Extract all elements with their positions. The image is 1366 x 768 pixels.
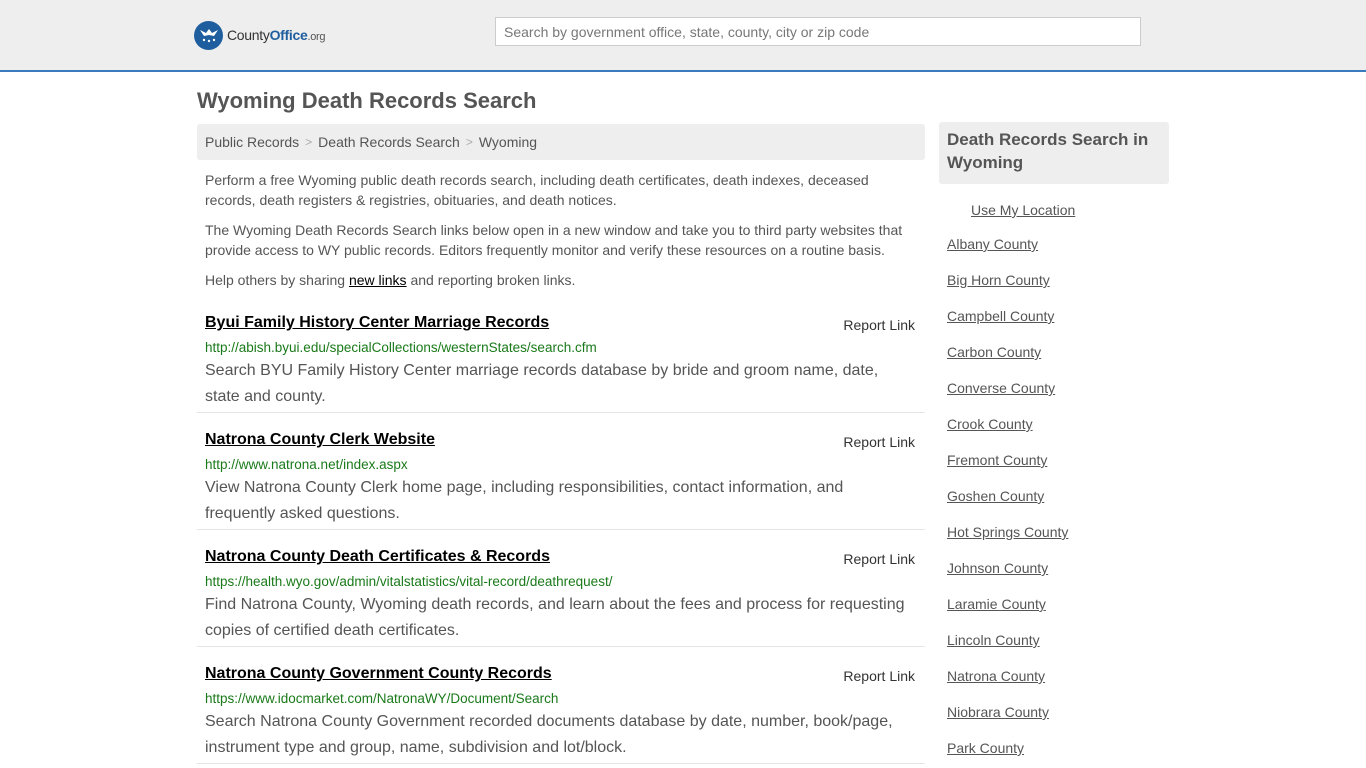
breadcrumb-separator: > xyxy=(465,135,473,149)
county-link-johnson[interactable]: Johnson County xyxy=(947,560,1048,576)
county-list-item: Park County xyxy=(947,740,1169,768)
county-link-hot-springs[interactable]: Hot Springs County xyxy=(947,524,1068,540)
county-link-laramie[interactable]: Laramie County xyxy=(947,596,1046,612)
county-list-item: Lincoln County xyxy=(947,632,1169,668)
county-list-item: Albany County xyxy=(947,236,1169,272)
result-url: http://www.natrona.net/index.aspx xyxy=(205,457,408,472)
result-url: https://health.wyo.gov/admin/vitalstatis… xyxy=(205,574,613,589)
county-link-niobrara[interactable]: Niobrara County xyxy=(947,704,1049,720)
county-list-item: Laramie County xyxy=(947,596,1169,632)
county-list-item: Carbon County xyxy=(947,344,1169,380)
county-link-campbell[interactable]: Campbell County xyxy=(947,308,1054,324)
main-content: Public Records > Death Records Search > … xyxy=(197,124,925,764)
county-list-item: Johnson County xyxy=(947,560,1169,596)
eagle-icon xyxy=(194,20,223,50)
county-list-item: Crook County xyxy=(947,416,1169,452)
result-title-link[interactable]: Natrona County Clerk Website xyxy=(205,431,435,449)
breadcrumb-separator: > xyxy=(305,135,313,149)
result-item: Natrona County Clerk Website Report Link… xyxy=(197,413,925,530)
county-link-big-horn[interactable]: Big Horn County xyxy=(947,272,1050,288)
county-list-item: Hot Springs County xyxy=(947,524,1169,560)
result-url: https://www.idocmarket.com/NatronaWY/Doc… xyxy=(205,691,559,706)
county-link-lincoln[interactable]: Lincoln County xyxy=(947,632,1040,648)
intro-paragraph-2: The Wyoming Death Records Search links b… xyxy=(205,222,903,258)
use-my-location-link[interactable]: Use My Location xyxy=(971,202,1169,218)
county-list-item: Converse County xyxy=(947,380,1169,416)
report-link-button[interactable]: Report Link xyxy=(843,551,915,567)
logo-text: CountyOffice.org xyxy=(227,27,326,43)
result-description: Find Natrona County, Wyoming death recor… xyxy=(205,596,905,639)
county-link-carbon[interactable]: Carbon County xyxy=(947,344,1041,360)
county-link-park[interactable]: Park County xyxy=(947,740,1024,756)
county-link-crook[interactable]: Crook County xyxy=(947,416,1033,432)
breadcrumb-wyoming[interactable]: Wyoming xyxy=(479,134,537,150)
report-link-button[interactable]: Report Link xyxy=(843,434,915,450)
result-title-link[interactable]: Byui Family History Center Marriage Reco… xyxy=(205,314,549,332)
breadcrumb-public-records[interactable]: Public Records xyxy=(205,134,299,150)
sidebar-title: Death Records Search in Wyoming xyxy=(939,122,1169,184)
intro-text: Perform a free Wyoming public death reco… xyxy=(197,170,925,290)
result-title-link[interactable]: Natrona County Death Certificates & Reco… xyxy=(205,548,550,566)
intro-paragraph-1: Perform a free Wyoming public death reco… xyxy=(205,172,869,208)
result-description: View Natrona County Clerk home page, inc… xyxy=(205,479,844,522)
county-link-albany[interactable]: Albany County xyxy=(947,236,1038,252)
county-list-item: Niobrara County xyxy=(947,704,1169,740)
result-item: Natrona County Death Certificates & Reco… xyxy=(197,530,925,647)
county-list-item: Natrona County xyxy=(947,668,1169,704)
report-link-button[interactable]: Report Link xyxy=(843,317,915,333)
search-input[interactable] xyxy=(495,17,1141,46)
intro-paragraph-3: Help others by sharing new links and rep… xyxy=(205,272,576,288)
result-url: http://abish.byui.edu/specialCollections… xyxy=(205,340,597,355)
result-item: Byui Family History Center Marriage Reco… xyxy=(197,296,925,413)
result-description: Search Natrona County Government recorde… xyxy=(205,713,893,756)
county-link-goshen[interactable]: Goshen County xyxy=(947,488,1044,504)
county-list-item: Campbell County xyxy=(947,308,1169,344)
breadcrumb: Public Records > Death Records Search > … xyxy=(197,124,925,160)
sidebar: Death Records Search in Wyoming Use My L… xyxy=(939,122,1169,768)
new-links-link[interactable]: new links xyxy=(349,272,407,288)
result-item: Natrona County Government County Records… xyxy=(197,647,925,764)
county-list-item: Fremont County xyxy=(947,452,1169,488)
county-list-item: Goshen County xyxy=(947,488,1169,524)
breadcrumb-death-records-search[interactable]: Death Records Search xyxy=(318,134,460,150)
county-list-item: Big Horn County xyxy=(947,272,1169,308)
page-title: Wyoming Death Records Search xyxy=(197,88,537,113)
county-list: Albany County Big Horn County Campbell C… xyxy=(939,236,1169,768)
report-link-button[interactable]: Report Link xyxy=(843,668,915,684)
county-link-natrona[interactable]: Natrona County xyxy=(947,668,1045,684)
result-description: Search BYU Family History Center marriag… xyxy=(205,362,879,405)
county-link-converse[interactable]: Converse County xyxy=(947,380,1055,396)
site-header: CountyOffice.org xyxy=(0,0,1366,72)
result-title-link[interactable]: Natrona County Government County Records xyxy=(205,665,552,683)
county-link-fremont[interactable]: Fremont County xyxy=(947,452,1047,468)
site-logo[interactable]: CountyOffice.org xyxy=(194,20,326,50)
results-list: Byui Family History Center Marriage Reco… xyxy=(197,296,925,764)
